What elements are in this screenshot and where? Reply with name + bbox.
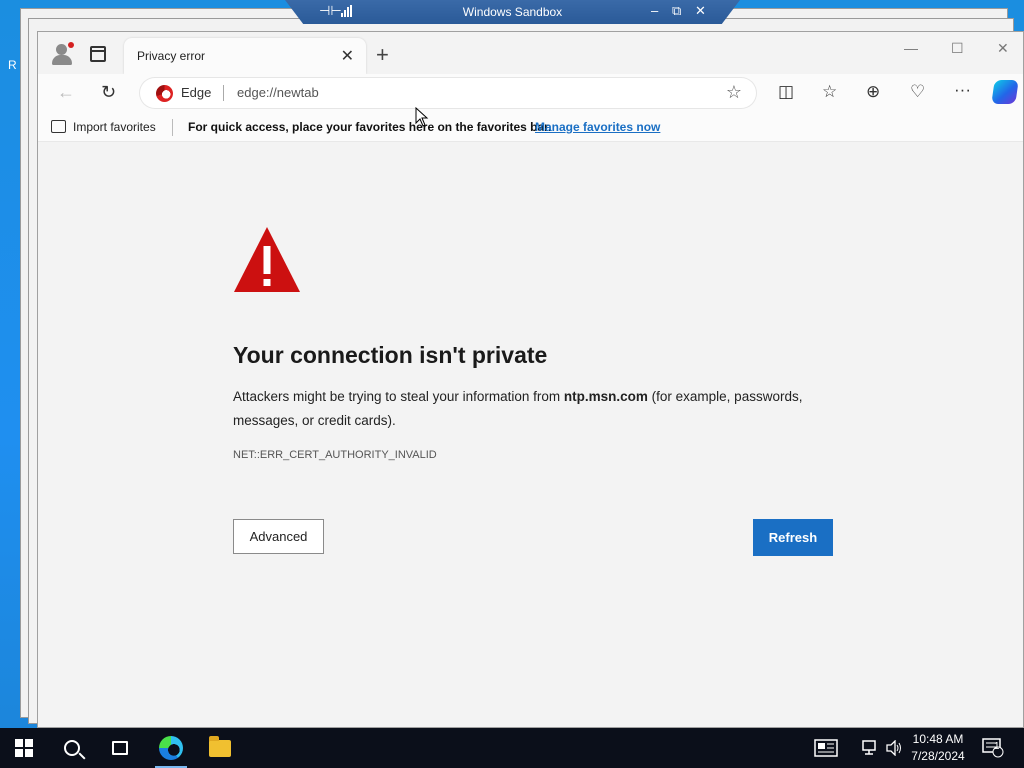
error-page: Your connection isn't private Attackers … (38, 142, 1023, 727)
more-options-icon[interactable]: ··· (954, 80, 971, 100)
mouse-cursor (415, 107, 429, 127)
favorites-bar-message: For quick access, place your favorites h… (188, 120, 552, 134)
favorites-bar: Import favorites For quick access, place… (38, 114, 1023, 142)
search-button[interactable] (48, 728, 96, 768)
sandbox-title-bar: ⊣⊢ Windows Sandbox – ⧉ ✕ (285, 0, 740, 24)
browser-essentials-icon[interactable]: ♡ (910, 82, 925, 102)
notification-center-button[interactable]: 1 (982, 728, 1004, 768)
tab-strip: Privacy error ✕ + — ☐ ✕ (38, 32, 1023, 74)
back-button[interactable]: ← (57, 82, 75, 103)
error-description: Attackers might be trying to steal your … (233, 385, 833, 433)
tab-actions-icon[interactable] (90, 46, 106, 62)
error-title: Your connection isn't private (233, 342, 548, 368)
sandbox-close-button[interactable]: ✕ (695, 3, 706, 19)
import-favorites-button[interactable]: Import favorites (73, 120, 156, 134)
edge-icon (159, 736, 183, 760)
network-icon[interactable] (862, 728, 880, 768)
edge-logo-icon (156, 85, 173, 102)
refresh-page-button[interactable]: Refresh (753, 519, 833, 556)
address-bar[interactable]: Edge edge://newtab ☆ (140, 78, 756, 108)
collections-icon[interactable]: ⊕ (866, 82, 880, 102)
favorites-icon[interactable]: ☆ (822, 82, 837, 102)
manage-favorites-link[interactable]: Manage favorites now (535, 120, 660, 134)
task-view-icon (112, 741, 128, 755)
error-host: ntp.msn.com (563, 389, 648, 404)
clock-time: 10:48 AM (912, 732, 964, 746)
file-explorer-icon (209, 735, 231, 757)
window-minimize-button[interactable]: — (904, 40, 918, 56)
tab-close-icon[interactable]: ✕ (341, 46, 354, 66)
notification-icon (982, 738, 1004, 758)
system-clock[interactable]: 10:48 AM 7/28/2024 (903, 731, 973, 765)
start-button[interactable] (0, 728, 48, 768)
copilot-icon[interactable] (991, 80, 1019, 104)
tab-privacy-error[interactable]: Privacy error ✕ (124, 38, 366, 74)
taskbar-file-explorer-button[interactable] (196, 728, 244, 768)
volume-icon[interactable] (885, 728, 903, 768)
search-icon (64, 740, 80, 756)
warning-icon (234, 227, 300, 292)
taskbar: 10:48 AM 7/28/2024 1 (0, 728, 1024, 768)
taskbar-edge-button[interactable] (147, 728, 195, 768)
split-screen-icon[interactable]: ◫ (778, 82, 794, 102)
profile-body (52, 55, 72, 65)
browser-toolbar: ← ↻ Edge edge://newtab ☆ ◫ ☆ ⊕ ♡ ··· (38, 74, 1023, 114)
error-code: NET::ERR_CERT_AUTHORITY_INVALID (233, 449, 437, 461)
import-favorites-icon[interactable] (51, 120, 66, 133)
profile-head (56, 44, 67, 55)
advanced-button[interactable]: Advanced (233, 519, 324, 554)
sandbox-restore-button[interactable]: ⧉ (672, 3, 681, 19)
desktop-icon-label: R (8, 58, 17, 72)
task-view-button[interactable] (96, 728, 144, 768)
window-close-button[interactable]: ✕ (997, 40, 1009, 57)
clock-date: 7/28/2024 (911, 749, 965, 763)
favorites-bar-separator (172, 119, 173, 136)
profile-notification-dot (68, 42, 74, 48)
profile-button[interactable] (50, 42, 74, 66)
tab-title: Privacy error (137, 49, 206, 63)
news-widget-icon[interactable] (814, 728, 838, 768)
site-identity-label[interactable]: Edge (181, 85, 211, 100)
refresh-button[interactable]: ↻ (101, 82, 116, 103)
new-tab-button[interactable]: + (376, 42, 389, 68)
sandbox-minimize-button[interactable]: – (651, 3, 658, 18)
window-maximize-button[interactable]: ☐ (951, 40, 964, 57)
start-icon (15, 739, 33, 757)
edge-browser-window: Privacy error ✕ + — ☐ ✕ ← ↻ Edge edge://… (37, 31, 1024, 728)
address-separator (223, 85, 224, 101)
notification-count: 1 (994, 741, 1000, 752)
url-text[interactable]: edge://newtab (237, 85, 319, 100)
add-favorite-star-icon[interactable]: ☆ (726, 82, 742, 103)
error-description-text: Attackers might be trying to steal your … (233, 389, 564, 404)
